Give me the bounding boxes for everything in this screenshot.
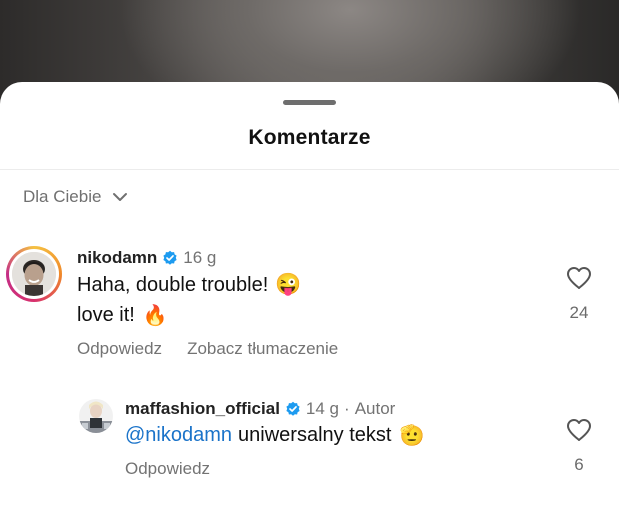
sort-dropdown[interactable]: Dla Ciebie — [23, 187, 129, 207]
reply-username[interactable]: maffashion_official — [125, 399, 280, 419]
mention-link[interactable]: @nikodamn — [125, 424, 232, 447]
saluting-face-emoji: 🫡 — [399, 425, 425, 447]
comment-time: 16 g — [183, 248, 217, 267]
verified-badge-icon — [286, 401, 300, 416]
like-button[interactable]: 24 — [564, 266, 594, 323]
reply-item: maffashion_official 14 g · Autor @nikoda… — [0, 398, 619, 498]
comment-header: nikodamn 16 g — [77, 248, 216, 268]
reply-text-line: @nikodamn uniwersalny tekst 🫡 — [125, 423, 424, 448]
reply-text: uniwersalny tekst — [238, 424, 392, 446]
header-divider — [0, 169, 619, 170]
like-count: 24 — [569, 303, 589, 322]
reply-button[interactable]: Odpowiedz — [125, 459, 210, 479]
drag-handle[interactable] — [283, 100, 336, 105]
author-badge: Autor — [354, 399, 396, 418]
heart-outline-icon — [567, 267, 591, 289]
comment-actions: Odpowiedz Zobacz tłumaczenie — [77, 339, 338, 359]
meta-separator: · — [344, 399, 350, 418]
reply-actions: Odpowiedz — [125, 459, 210, 479]
comment-text: love it! — [77, 304, 135, 326]
reply-time: 14 g — [305, 399, 340, 418]
winking-face-emoji: 😜 — [275, 273, 302, 296]
see-translation-button[interactable]: Zobacz tłumaczenie — [187, 339, 338, 359]
comment-text-line-2: love it! 🔥 — [77, 303, 168, 328]
comment-text: Haha, double trouble! — [77, 273, 269, 296]
comment-item: nikodamn 16 g Haha, double trouble! 😜 lo… — [0, 246, 619, 366]
sort-label: Dla Ciebie — [23, 187, 102, 206]
comments-sheet: Komentarze Dla Ciebie nikodamn 16 g Haha… — [0, 82, 619, 522]
reply-button[interactable]: Odpowiedz — [77, 339, 162, 359]
avatar-story-ring[interactable] — [6, 246, 62, 302]
heart-outline-icon — [567, 419, 591, 441]
fire-emoji: 🔥 — [142, 305, 168, 327]
chevron-down-icon — [113, 193, 128, 201]
like-button[interactable]: 6 — [564, 418, 594, 475]
avatar — [12, 252, 56, 296]
reply-header: maffashion_official 14 g · Autor — [125, 399, 395, 419]
comment-text-line-1: Haha, double trouble! 😜 — [77, 273, 301, 297]
avatar[interactable] — [79, 399, 113, 433]
comment-username[interactable]: nikodamn — [77, 248, 157, 268]
sheet-title: Komentarze — [248, 126, 371, 149]
verified-badge-icon — [163, 250, 177, 265]
like-count: 6 — [574, 455, 584, 474]
